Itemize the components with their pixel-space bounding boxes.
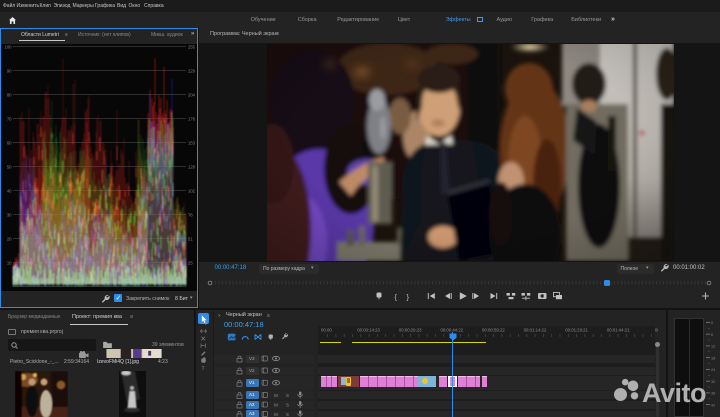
svg-text:00:00:29:23: 00:00:29:23	[399, 328, 422, 333]
svg-text:6: 6	[711, 333, 713, 337]
svg-text:00:01:: 00:01:	[655, 328, 658, 333]
svg-text:0: 0	[711, 321, 713, 325]
svg-text:90: 90	[7, 68, 12, 73]
svg-text:12: 12	[711, 345, 715, 349]
svg-text:51: 51	[188, 236, 193, 241]
svg-text:76: 76	[188, 212, 193, 217]
svg-text:80: 80	[7, 92, 12, 97]
svg-text:00:00:14:23: 00:00:14:23	[357, 328, 380, 333]
svg-text:M: M	[274, 403, 278, 408]
svg-text:M: M	[274, 412, 278, 417]
svg-text:00:00: 00:00	[321, 328, 332, 333]
svg-text:255: 255	[188, 44, 196, 49]
svg-text:25: 25	[188, 260, 193, 265]
svg-text:229: 229	[188, 68, 196, 73]
svg-text:70: 70	[7, 116, 12, 121]
svg-text:30: 30	[7, 212, 12, 217]
svg-text:}: }	[407, 293, 410, 302]
svg-text:00:01:44:21: 00:01:44:21	[607, 328, 630, 333]
svg-text:40: 40	[7, 188, 12, 193]
svg-text:153: 153	[188, 140, 196, 145]
svg-text:204: 204	[188, 92, 196, 97]
svg-text:Avito: Avito	[642, 378, 706, 408]
svg-text:102: 102	[188, 188, 196, 193]
svg-text:T: T	[201, 366, 205, 372]
svg-text:18: 18	[711, 356, 715, 360]
svg-text:M: M	[274, 393, 278, 398]
svg-text:128: 128	[188, 164, 196, 169]
svg-text:10: 10	[7, 260, 12, 265]
svg-text:60: 60	[7, 140, 12, 145]
svg-text:00:00:59:22: 00:00:59:22	[482, 328, 505, 333]
svg-text:S: S	[286, 393, 289, 398]
svg-text:20: 20	[7, 236, 12, 241]
svg-text:178: 178	[188, 116, 196, 121]
svg-text:00:01:29:21: 00:01:29:21	[565, 328, 588, 333]
svg-text:{: {	[395, 293, 398, 302]
svg-text:S: S	[286, 403, 289, 408]
svg-text:50: 50	[7, 164, 12, 169]
svg-text:S: S	[286, 412, 289, 417]
svg-text:00:01:14:22: 00:01:14:22	[524, 328, 547, 333]
svg-text:100: 100	[5, 44, 13, 49]
